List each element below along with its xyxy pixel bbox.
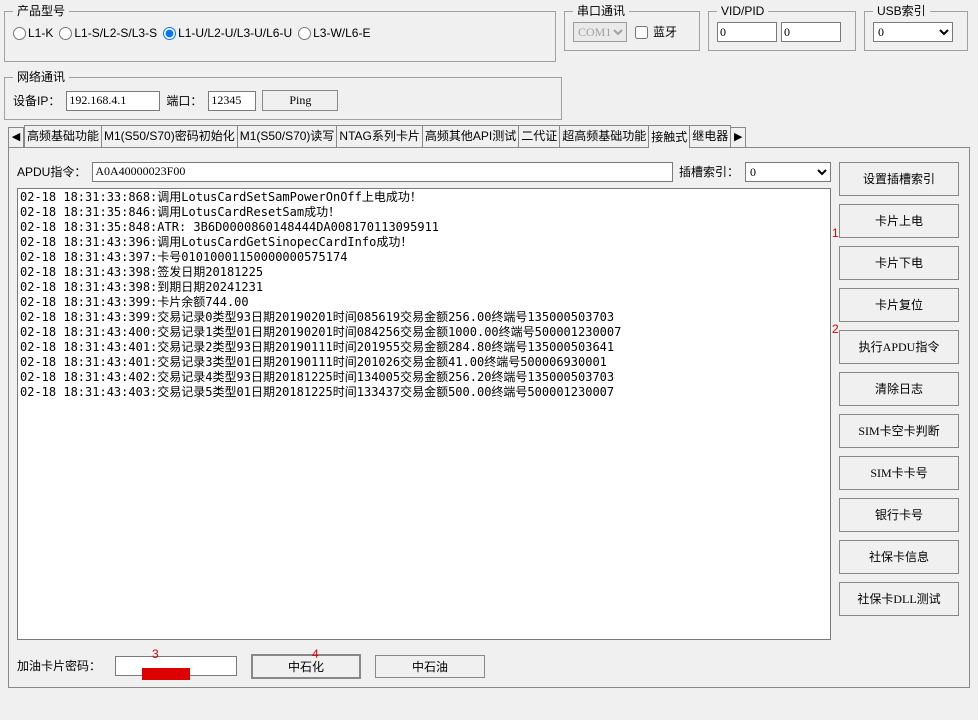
ip-input[interactable] — [66, 91, 160, 111]
usbidx-legend: USB索引 — [873, 4, 930, 18]
power-on-button[interactable]: 卡片上电 — [839, 204, 959, 238]
tab-contact[interactable]: 接触式 — [648, 125, 690, 147]
network-group: 网络通讯 设备IP： 端口： Ping — [4, 70, 562, 120]
sinopec-button[interactable]: 中石化 — [251, 654, 361, 679]
tab-ntag[interactable]: NTAG系列卡片 — [336, 125, 422, 146]
serial-legend: 串口通讯 — [573, 4, 629, 18]
port-label: 端口： — [166, 94, 202, 108]
slot-select[interactable]: 0 — [745, 162, 831, 182]
apdu-input[interactable] — [92, 162, 673, 182]
slot-label: 插槽索引： — [679, 165, 739, 179]
tab-m1-rw[interactable]: M1(S50/S70)读写 — [237, 125, 338, 146]
radio-l1s[interactable]: L1-S/L2-S/L3-S — [59, 26, 157, 40]
set-slot-button[interactable]: 设置插槽索引 — [839, 162, 959, 196]
tab-m1-init[interactable]: M1(S50/S70)密码初始化 — [101, 125, 238, 146]
vidpid-legend: VID/PID — [717, 4, 768, 18]
radio-l1k[interactable]: L1-K — [13, 26, 53, 40]
radio-l3w[interactable]: L3-W/L6-E — [298, 26, 370, 40]
bluetooth-checkbox[interactable]: 蓝牙 — [631, 23, 677, 42]
log-output[interactable]: 02-18 18:31:33:868:调用LotusCardSetSamPowe… — [17, 188, 831, 640]
ping-button[interactable]: Ping — [262, 90, 338, 111]
tab-scroll-left-icon[interactable]: ◀ — [8, 127, 24, 147]
tab-scroll-right-icon[interactable]: ▶ — [730, 127, 746, 147]
annotation-4: 4 — [312, 647, 319, 661]
pwd-label: 加油卡片密码： — [17, 659, 101, 673]
network-legend: 网络通讯 — [13, 70, 69, 84]
tab-panel-contact: APDU指令： 插槽索引： 0 02-18 18:31:33:868:调用Lot… — [8, 148, 970, 688]
pwd-redaction — [142, 668, 190, 680]
power-off-button[interactable]: 卡片下电 — [839, 246, 959, 280]
com-select[interactable]: COM1 — [573, 22, 627, 42]
run-apdu-button[interactable]: 执行APDU指令 — [839, 330, 959, 364]
vidpid-group: VID/PID — [708, 4, 856, 51]
product-model-group: 产品型号 L1-K L1-S/L2-S/L3-S L1-U/L2-U/L3-U/… — [4, 4, 556, 62]
annotation-1: 1 — [832, 226, 839, 240]
ssc-info-button[interactable]: 社保卡信息 — [839, 540, 959, 574]
sim-no-button[interactable]: SIM卡卡号 — [839, 456, 959, 490]
ssc-dll-button[interactable]: 社保卡DLL测试 — [839, 582, 959, 616]
tab-highfreq-api[interactable]: 高频其他API测试 — [422, 125, 519, 146]
reset-button[interactable]: 卡片复位 — [839, 288, 959, 322]
radio-l1u[interactable]: L1-U/L2-U/L3-U/L6-U — [163, 26, 292, 40]
vid-input[interactable] — [717, 22, 777, 42]
tab-highfreq-basic[interactable]: 高频基础功能 — [24, 125, 102, 146]
annotation-3: 3 — [152, 647, 159, 661]
ip-label: 设备IP： — [13, 94, 60, 108]
sim-empty-button[interactable]: SIM卡空卡判断 — [839, 414, 959, 448]
bank-no-button[interactable]: 银行卡号 — [839, 498, 959, 532]
tab-uhf[interactable]: 超高频基础功能 — [559, 125, 649, 146]
tab-relay[interactable]: 继电器 — [689, 125, 731, 146]
pid-input[interactable] — [781, 22, 841, 42]
port-input[interactable] — [208, 91, 256, 111]
usbidx-select[interactable]: 0 — [873, 22, 953, 42]
tab-bar: ◀ 高频基础功能 M1(S50/S70)密码初始化 M1(S50/S70)读写 … — [8, 124, 970, 147]
annotation-2: 2 — [832, 322, 839, 336]
usbidx-group: USB索引 0 — [864, 4, 968, 51]
petrochina-button[interactable]: 中石油 — [375, 655, 485, 678]
clear-log-button[interactable]: 清除日志 — [839, 372, 959, 406]
product-model-legend: 产品型号 — [13, 4, 69, 18]
serial-group: 串口通讯 COM1 蓝牙 — [564, 4, 700, 51]
apdu-label: APDU指令： — [17, 165, 86, 179]
tab-idcard[interactable]: 二代证 — [518, 125, 560, 146]
